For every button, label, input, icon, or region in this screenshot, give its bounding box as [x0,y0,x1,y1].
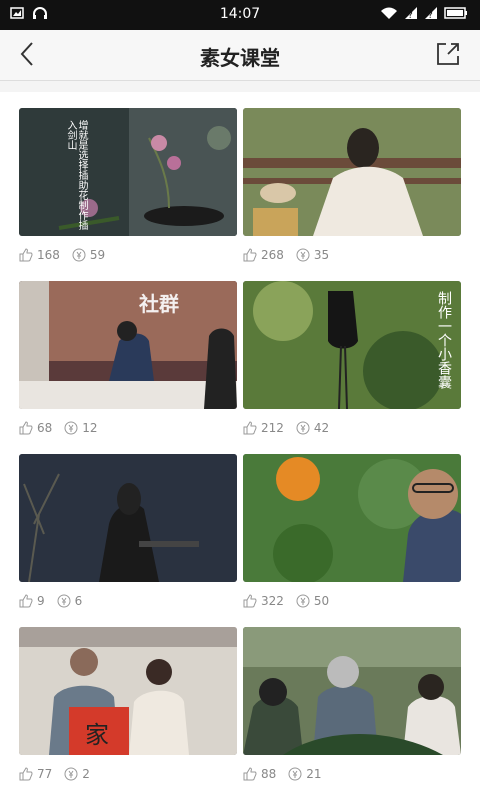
video-card[interactable]: 322 50 [243,454,461,608]
video-card[interactable]: 家 77 2 [19,627,237,781]
view-stat: 12 [64,421,98,435]
card-stats: 212 42 [243,421,461,435]
like-count: 77 [37,767,53,781]
like-count: 322 [261,594,284,608]
view-count: 2 [82,767,90,781]
coin-icon [64,767,78,781]
family-portrait-image [19,627,237,755]
thumbs-up-icon [19,248,33,262]
view-count: 6 [74,594,83,608]
like-count: 168 [37,248,60,262]
signal-unknown-icon: ? [405,7,417,20]
video-thumbnail[interactable] [243,454,461,582]
video-thumbnail[interactable] [243,627,461,755]
view-stat: 35 [296,248,329,262]
coin-icon [288,767,302,781]
incense-image [19,454,237,582]
tea-ceremony-image [243,108,461,236]
card-stats: 322 50 [243,594,461,608]
video-thumbnail[interactable]: 增就是选择插助花制作插入剑山 [19,108,237,236]
video-card[interactable]: 268 35 [243,108,461,262]
thumbs-up-icon [19,594,33,608]
thumbs-up-icon [19,421,33,435]
like-stat[interactable]: 322 [243,594,284,608]
coin-icon [72,248,86,262]
coin-icon [296,594,310,608]
navigation-bar: 素女课堂 [0,30,480,81]
like-count: 9 [37,594,45,608]
video-thumbnail[interactable]: 社群 [19,281,237,409]
coin-icon [64,421,78,435]
video-grid: 增就是选择插助花制作插入剑山 168 59 268 35 社群 68 12 制作… [0,92,480,800]
tea-event-image: 社群 [19,281,237,409]
video-card[interactable]: 制作一个小香囊 212 42 [243,281,461,435]
battery-icon [444,7,467,19]
card-stats: 68 12 [19,421,237,435]
view-count: 21 [306,767,322,781]
wifi-icon [381,7,397,19]
status-bar: 14:07 ? ? [0,0,480,30]
thumbs-up-icon [243,248,257,262]
coin-icon [296,421,310,435]
video-card[interactable]: 社群 68 12 [19,281,237,435]
signal-unknown-icon-2: ? [425,7,437,20]
share-icon[interactable] [434,40,462,68]
like-count: 68 [37,421,53,435]
card-stats: 88 21 [243,767,461,781]
like-stat[interactable]: 212 [243,421,284,435]
svg-text:?: ? [428,11,433,20]
like-stat[interactable]: 268 [243,248,284,262]
video-thumbnail[interactable]: 制作一个小香囊 [243,281,461,409]
thumbs-up-icon [243,594,257,608]
video-thumbnail[interactable]: 家 [19,627,237,755]
view-stat: 50 [296,594,329,608]
card-stats: 9 6 [19,594,237,608]
sachet-image [243,281,461,409]
video-card[interactable]: 88 21 [243,627,461,781]
orange-tree-image [243,454,461,582]
svg-text:社群: 社群 [138,292,179,316]
thumbs-up-icon [243,421,257,435]
coin-icon [296,248,310,262]
like-stat[interactable]: 88 [243,767,276,781]
video-card[interactable]: 增就是选择插助花制作插入剑山 168 59 [19,108,237,262]
card-stats: 168 59 [19,248,237,262]
thumbnail-caption: 制作一个小香囊 [436,291,452,389]
thumbnail-caption: 增就是选择插助花制作插入剑山 [65,120,87,230]
coin-icon [57,594,71,608]
view-stat: 59 [72,248,105,262]
card-stats: 77 2 [19,767,237,781]
view-stat: 6 [57,594,83,608]
like-count: 88 [261,767,277,781]
view-count: 42 [313,421,330,435]
view-count: 12 [82,421,98,435]
svg-text:?: ? [408,11,413,20]
page-title: 素女课堂 [200,46,280,70]
like-stat[interactable]: 9 [19,594,45,608]
like-stat[interactable]: 168 [19,248,60,262]
view-stat: 42 [296,421,329,435]
video-card[interactable]: 9 6 [19,454,237,608]
thumbs-up-icon [243,767,257,781]
view-stat: 21 [288,767,322,781]
thumbnail-caption: 家 [85,721,109,749]
like-stat[interactable]: 68 [19,421,52,435]
card-stats: 268 35 [243,248,461,262]
view-count: 35 [313,248,330,262]
like-count: 212 [261,421,284,435]
thumbs-up-icon [19,767,33,781]
status-right-icons: ? ? [380,6,468,20]
video-thumbnail[interactable] [243,108,461,236]
flower-arrangement-image [19,108,237,236]
view-stat: 2 [64,767,90,781]
like-count: 268 [261,248,284,262]
view-count: 59 [89,248,106,262]
video-thumbnail[interactable] [19,454,237,582]
view-count: 50 [313,594,330,608]
bonsai-image [243,627,461,755]
like-stat[interactable]: 77 [19,767,52,781]
